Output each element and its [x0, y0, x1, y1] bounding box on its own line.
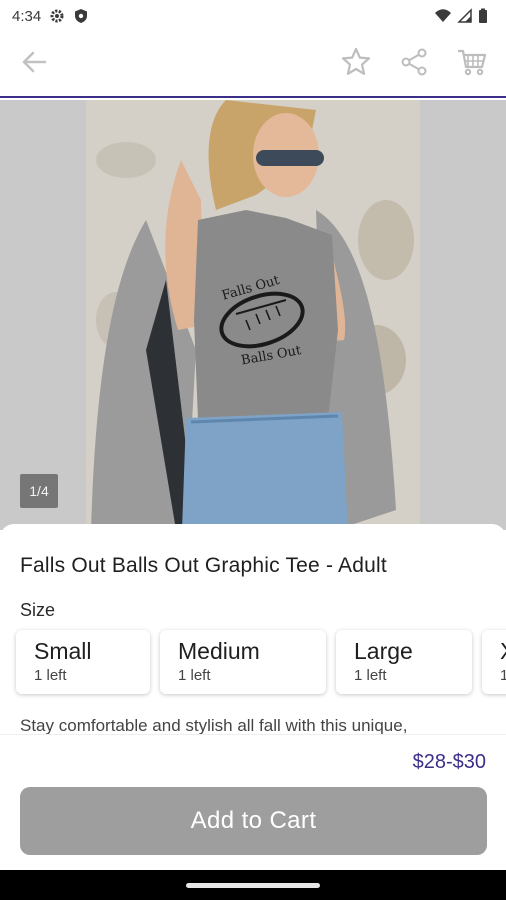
size-name: Medium	[178, 638, 260, 664]
size-name: X	[500, 638, 506, 665]
star-icon	[340, 46, 372, 83]
size-label: Size	[20, 600, 56, 620]
product-title: Falls Out Balls Out Graphic Tee - Adult	[20, 554, 387, 577]
size-name: Large	[354, 638, 413, 664]
size-options: Small 1 left Medium 1 left Large 1 left …	[16, 630, 506, 696]
status-bar: 4:34	[0, 0, 506, 32]
battery-icon	[478, 8, 494, 24]
purchase-footer: $28-$30 Add to Cart	[0, 734, 506, 870]
size-name: Small	[34, 638, 92, 664]
size-stock: 1 left	[178, 667, 211, 684]
gear-icon	[49, 8, 65, 24]
system-nav-bar	[0, 870, 506, 900]
product-image-gallery[interactable]: Falls Out Balls Out 1/4	[0, 100, 506, 530]
product-screen: 4:34 Falls Out Balls Out 1/4 Falls Out B…	[0, 0, 506, 900]
top-app-bar	[0, 32, 506, 98]
size-option-xl[interactable]: X 1	[482, 630, 506, 694]
home-gesture-handle[interactable]	[186, 883, 320, 888]
cart-icon	[456, 46, 488, 83]
back-button[interactable]	[14, 44, 54, 84]
size-option-small[interactable]: Small 1 left	[16, 630, 150, 694]
size-stock: 1 left	[354, 667, 387, 684]
back-arrow-icon	[19, 47, 49, 82]
product-photo: Falls Out Balls Out	[86, 100, 420, 530]
product-details-sheet: Falls Out Balls Out Graphic Tee - Adult …	[0, 524, 506, 734]
add-to-cart-button[interactable]: Add to Cart	[20, 787, 487, 855]
status-time: 4:34	[12, 7, 42, 25]
favorite-button[interactable]	[336, 44, 376, 84]
wifi-icon	[434, 8, 451, 24]
image-counter: 1/4	[20, 474, 58, 508]
share-button[interactable]	[394, 44, 434, 84]
size-option-medium[interactable]: Medium 1 left	[160, 630, 326, 694]
size-stock: 1	[500, 667, 506, 684]
size-stock: 1 left	[34, 667, 67, 684]
shield-icon	[73, 8, 89, 24]
product-description: Stay comfortable and stylish all fall wi…	[20, 716, 408, 734]
price-range: $28-$30	[412, 751, 486, 773]
share-icon	[399, 47, 429, 82]
signal-icon	[456, 8, 472, 24]
size-option-large[interactable]: Large 1 left	[336, 630, 472, 694]
cart-button[interactable]	[452, 44, 492, 84]
